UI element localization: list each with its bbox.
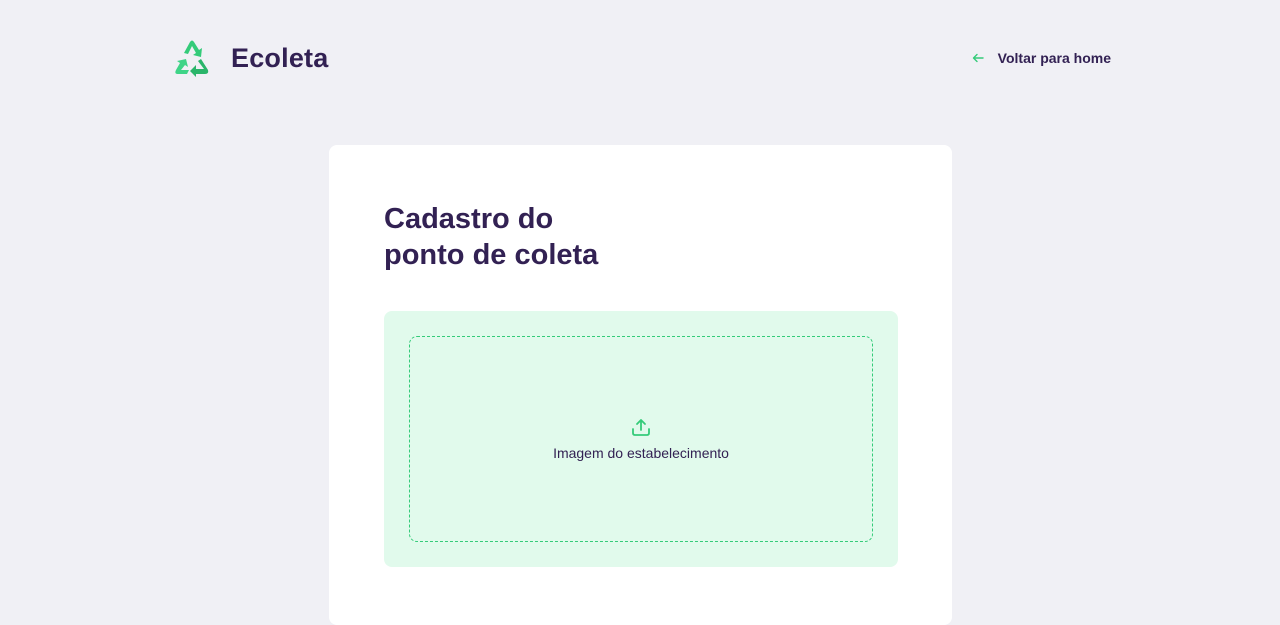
- page-header: Ecoleta Voltar para home: [171, 38, 1111, 78]
- page-title-line-1: Cadastro do: [384, 203, 554, 235]
- dropzone-label: Imagem do estabelecimento: [553, 445, 729, 461]
- image-dropzone[interactable]: Imagem do estabelecimento: [384, 311, 898, 567]
- brand-name: Ecoleta: [231, 42, 329, 73]
- back-to-home-label: Voltar para home: [997, 50, 1111, 66]
- page-title: Cadastro do ponto de coleta: [384, 201, 598, 273]
- logo: Ecoleta: [171, 38, 328, 78]
- page-title-line-2: ponto de coleta: [384, 239, 599, 271]
- arrow-left-icon: [972, 53, 984, 63]
- recycle-icon: [175, 40, 209, 77]
- upload-icon: [632, 419, 650, 436]
- back-to-home-link[interactable]: Voltar para home: [972, 50, 1111, 66]
- dropzone-dashed-area[interactable]: Imagem do estabelecimento: [409, 336, 873, 542]
- registration-form-card: Cadastro do ponto de coleta Imagem do es…: [329, 145, 952, 625]
